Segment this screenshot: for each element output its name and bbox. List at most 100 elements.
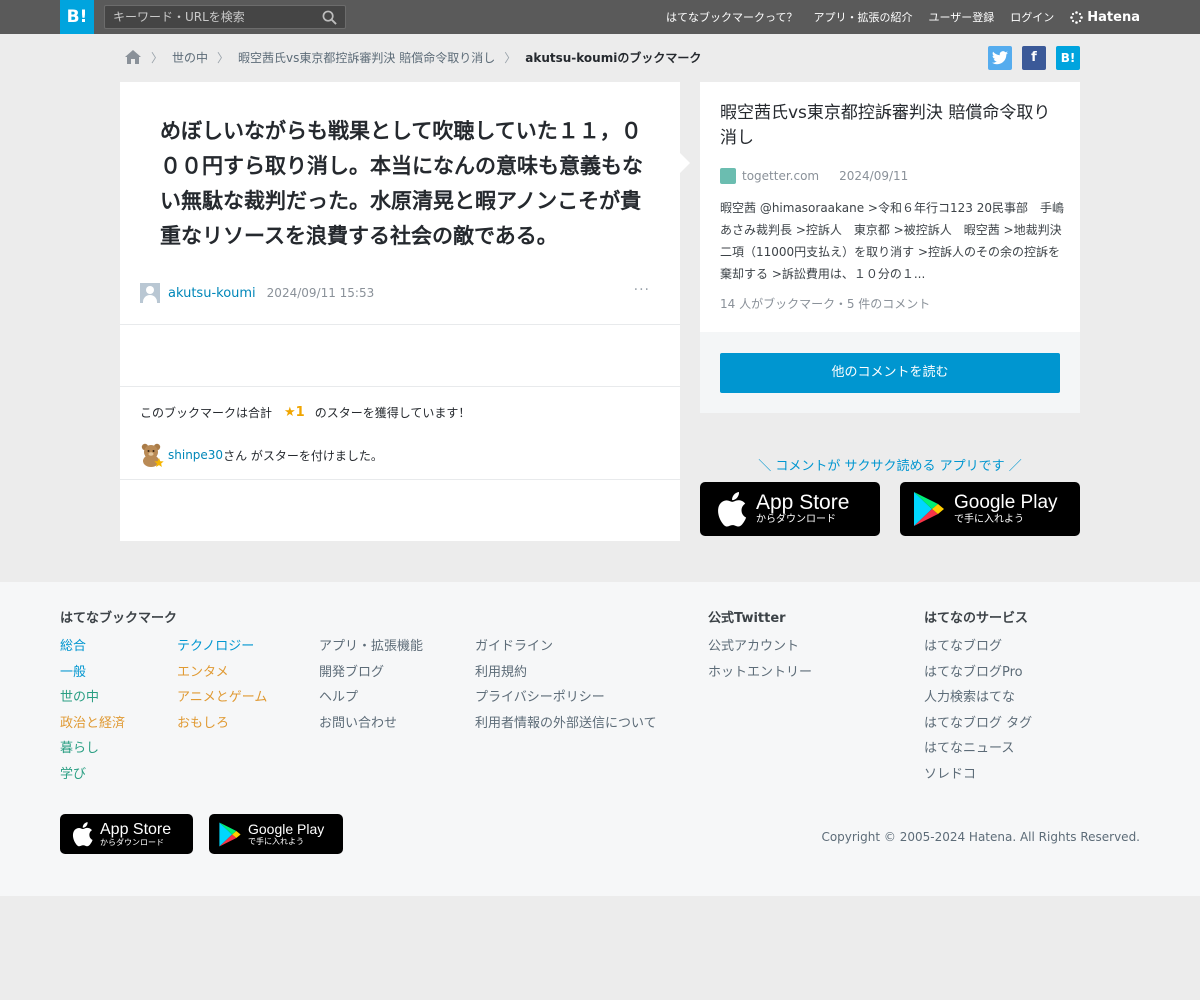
breadcrumb-current: akutsu-koumiのブックマーク	[525, 50, 702, 65]
facebook-share-icon[interactable]: f	[1022, 46, 1046, 70]
footer-app-store-badge[interactable]: App Store からダウンロード	[60, 814, 193, 854]
divider	[120, 324, 680, 325]
site-footer: はてなブックマーク 総合 一般 世の中 政治と経済 暮らし 学び テクノロジー …	[0, 582, 1200, 896]
nav-about[interactable]: はてなブックマークって？	[666, 9, 797, 25]
google-play-icon	[219, 822, 241, 846]
entry-date: 2024/09/11	[839, 169, 909, 183]
bear-avatar-icon[interactable]	[140, 442, 164, 468]
footer-link[interactable]: ヘルプ	[319, 685, 423, 711]
nav-apps[interactable]: アプリ・拡張の紹介	[814, 9, 913, 25]
chevron-right-icon: 〉	[151, 50, 164, 65]
footer-twitter-link[interactable]: 公式アカウント	[708, 634, 812, 660]
breadcrumb-category[interactable]: 世の中	[172, 49, 208, 66]
footer-category-link[interactable]: アニメとゲーム	[177, 685, 267, 711]
footer-link[interactable]: プライバシーポリシー	[475, 685, 657, 711]
google-play-subtitle: で手に入れよう	[954, 514, 1024, 525]
app-promo-text: ＼ コメントが サクサク読める アプリです ／	[758, 459, 1022, 474]
footer-service-link[interactable]: はてなブログPro	[924, 660, 1032, 686]
footer-service-link[interactable]: はてなブログ タグ	[924, 711, 1032, 737]
hatena-brand-link[interactable]: Hatena	[1070, 10, 1140, 25]
footer-google-play-title: Google Play	[248, 821, 325, 837]
bookmark-timestamp: 2024/09/11 15:53	[266, 286, 375, 300]
star-giver-name[interactable]: shinpe30	[168, 448, 223, 462]
entry-footer: 他のコメントを読む	[700, 332, 1080, 413]
footer-link[interactable]: アプリ・拡張機能	[319, 634, 423, 660]
bookmark-user-row: akutsu-koumi 2024/09/11 15:53 ···	[140, 282, 660, 304]
apple-icon	[718, 492, 747, 527]
twitter-share-icon[interactable]	[988, 46, 1012, 70]
footer-twitter-heading: 公式Twitter	[708, 611, 786, 626]
footer-category-link[interactable]: 世の中	[60, 685, 125, 711]
bookmark-user-name[interactable]: akutsu-koumi	[168, 286, 256, 301]
breadcrumb: 〉 世の中 〉 暇空茜氏vs東京都控訴審判決 賠償命令取り消し 〉 akutsu…	[124, 47, 701, 67]
footer-app-store-title: App Store	[100, 820, 172, 838]
hatena-dots-icon	[1070, 10, 1084, 24]
search-box	[104, 5, 346, 29]
entry-excerpt: 暇空茜 @himasoraakane >令和６年行コ123 20民事部 手嶋あさ…	[720, 201, 1064, 281]
star-giver-row: shinpe30 さん がスターを付けました。	[140, 442, 383, 468]
footer-category-link[interactable]: おもしろ	[177, 711, 267, 737]
footer-link[interactable]: 開発ブログ	[319, 660, 423, 686]
home-icon[interactable]	[124, 49, 142, 65]
footer-google-play-badge[interactable]: Google Play で手に入れよう	[209, 814, 343, 854]
footer-twitter-links: 公式アカウント ホットエントリー	[708, 634, 812, 685]
footer-category-link[interactable]: 学び	[60, 762, 125, 788]
footer-twitter-link[interactable]: ホットエントリー	[708, 660, 812, 686]
divider	[120, 386, 680, 387]
chevron-right-icon: 〉	[217, 50, 230, 65]
footer-app-store-subtitle: からダウンロード	[100, 837, 164, 847]
chevron-right-icon: 〉	[504, 50, 517, 65]
footer-service-link[interactable]: 人力検索はてな	[924, 685, 1032, 711]
footer-category-link[interactable]: 一般	[60, 660, 125, 686]
entry-counts[interactable]: 14 人がブックマーク・5 件のコメント	[720, 295, 930, 312]
entry-domain[interactable]: togetter.com	[742, 169, 819, 183]
footer-link[interactable]: お問い合わせ	[319, 711, 423, 737]
share-buttons: f B!	[978, 46, 1080, 70]
nav-register[interactable]: ユーザー登録	[929, 9, 995, 25]
footer-service-link[interactable]: はてなブログ	[924, 634, 1032, 660]
footer-category-link[interactable]: 暮らし	[60, 736, 125, 762]
breadcrumb-entry[interactable]: 暇空茜氏vs東京都控訴審判決 賠償命令取り消し	[238, 49, 495, 66]
footer-categories-col2: テクノロジー エンタメ アニメとゲーム おもしろ	[177, 634, 267, 736]
site-favicon-icon	[720, 168, 736, 184]
more-options-icon[interactable]: ···	[634, 282, 650, 298]
footer-link[interactable]: 利用規約	[475, 660, 657, 686]
footer-category-link[interactable]: エンタメ	[177, 660, 267, 686]
search-input[interactable]	[105, 6, 315, 28]
footer-link[interactable]: ガイドライン	[475, 634, 657, 660]
footer-links-col3: アプリ・拡張機能 開発ブログ ヘルプ お問い合わせ	[319, 634, 423, 736]
bookmark-comment-text: めぼしいながらも戦果として吹聴していた１１，０００円すら取り消し。本当になんの意…	[160, 119, 643, 248]
footer-google-play-subtitle: で手に入れよう	[248, 837, 304, 846]
entry-title[interactable]: 暇空茜氏vs東京都控訴審判決 賠償命令取り消し	[720, 101, 1065, 151]
google-play-badge[interactable]: Google Play で手に入れよう	[900, 482, 1080, 536]
star-count: ★1	[284, 405, 305, 420]
comment-bubble-tail	[679, 152, 690, 174]
footer-category-link[interactable]: 総合	[60, 634, 125, 660]
footer-bookmark-heading: はてなブックマーク	[60, 611, 178, 626]
read-other-comments-button[interactable]: 他のコメントを読む	[720, 353, 1060, 393]
entry-meta: togetter.com 2024/09/11	[720, 168, 908, 184]
hatena-brand-label: Hatena	[1087, 9, 1140, 25]
footer-category-link[interactable]: テクノロジー	[177, 634, 267, 660]
search-icon[interactable]	[322, 10, 337, 25]
divider	[120, 479, 680, 480]
footer-services-heading: はてなのサービス	[924, 611, 1029, 626]
footer-services-list: はてなブログ はてなブログPro 人力検索はてな はてなブログ タグ はてなニュ…	[924, 634, 1032, 788]
global-header: B! はてなブックマークって？ アプリ・拡張の紹介 ユーザー登録 ログイン Ha…	[0, 0, 1200, 34]
app-store-title: App Store	[756, 491, 850, 514]
hatena-bookmark-logo[interactable]: B!	[60, 0, 94, 34]
footer-category-link[interactable]: 政治と経済	[60, 711, 125, 737]
app-store-subtitle: からダウンロード	[756, 514, 836, 525]
star-summary-suffix: のスターを獲得しています！	[314, 406, 471, 420]
star-summary: このブックマークは合計 ★1 のスターを獲得しています！	[140, 404, 470, 421]
footer-service-link[interactable]: ソレドコ	[924, 762, 1032, 788]
footer-link[interactable]: 利用者情報の外部送信について	[475, 711, 657, 737]
footer-categories-col1: 総合 一般 世の中 政治と経済 暮らし 学び	[60, 634, 125, 788]
hatena-bookmark-share-icon[interactable]: B!	[1056, 46, 1080, 70]
avatar[interactable]	[140, 283, 160, 303]
star-giver-suffix: さん がスターを付けました。	[223, 448, 383, 463]
entry-panel: 暇空茜氏vs東京都控訴審判決 賠償命令取り消し togetter.com 202…	[700, 82, 1080, 413]
app-store-badge[interactable]: App Store からダウンロード	[700, 482, 880, 536]
nav-login[interactable]: ログイン	[1010, 9, 1054, 25]
footer-service-link[interactable]: はてなニュース	[924, 736, 1032, 762]
